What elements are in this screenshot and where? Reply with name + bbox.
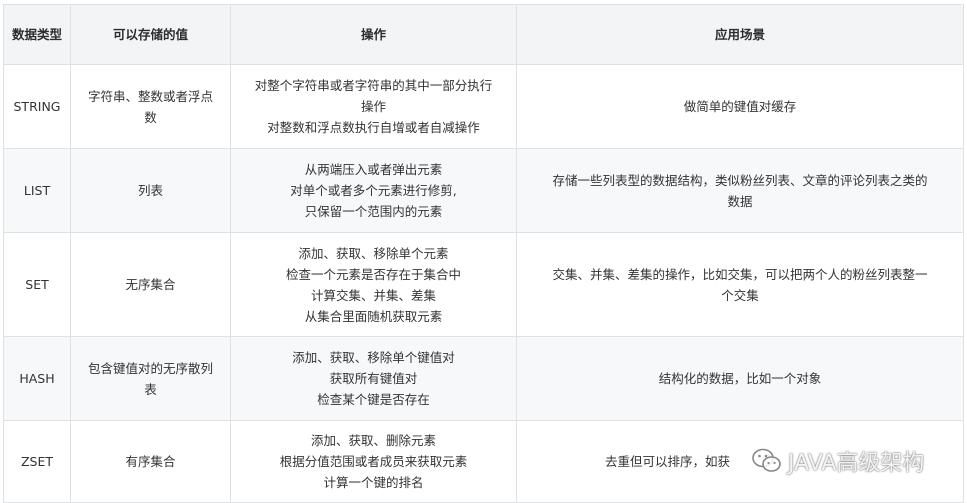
header-ops: 操作: [230, 4, 517, 65]
cell-value: 列表: [70, 148, 231, 233]
cell-line: 从集合里面随机获取元素: [304, 308, 443, 324]
cell-value: 有序集合: [70, 420, 231, 503]
header-type: 数据类型: [3, 4, 71, 65]
cell-line: 表: [144, 381, 157, 397]
table-row-list: LIST 列表 从两端压入或者弹出元素 对单个或者多个元素进行修剪, 只保留一个…: [3, 148, 964, 233]
cell-line: 个交集: [721, 287, 759, 303]
cell-line: 只保留一个范围内的元素: [304, 204, 443, 219]
cell-line: 结构化的数据，比如一个对象: [658, 371, 822, 386]
watermark-text: JAVA高级架构: [788, 451, 925, 476]
cell-line: 有序集合: [125, 454, 176, 469]
header-scenario: 应用场景: [516, 4, 964, 65]
cell-value: 包含键值对的无序散列 表: [70, 336, 231, 421]
cell-scenario: 做简单的键值对缓存: [516, 64, 964, 149]
cell-line: 对单个或者多个元素进行修剪,: [290, 183, 457, 198]
cell-ops: 添加、获取、移除单个键值对 获取所有键值对 检查某个键是否存在: [230, 336, 517, 421]
cell-line: 无序集合: [125, 277, 176, 292]
cell-line: 字符串、整数或者浮点: [87, 88, 213, 104]
cell-line: 检查一个元素是否存在于集合中: [285, 266, 461, 282]
cell-type: SET: [3, 232, 71, 337]
cell-line: 存储一些列表型的数据结构，类似粉丝列表、文章的评论列表之类的: [552, 172, 928, 188]
cell-line: 添加、获取、移除单个键值对: [292, 350, 455, 365]
cell-line: 检查某个键是否存在: [317, 392, 430, 407]
wechat-icon: [752, 448, 781, 472]
cell-type: STRING: [3, 64, 71, 149]
cell-line: 获取所有键值对: [329, 371, 418, 386]
cell-line: 对整个字符串或者字符串的其中一部分执行: [254, 78, 493, 93]
cell-line: 添加、获取、删除元素: [310, 433, 436, 448]
cell-ops: 添加、获取、删除元素 根据分值范围或者成员来获取元素 计算一个键的排名: [230, 420, 517, 503]
cell-value: 字符串、整数或者浮点 数: [70, 64, 231, 149]
cell-line: 数据: [727, 193, 753, 209]
cell-scenario: 交集、并集、差集的操作，比如交集，可以把两个人的粉丝列表整一 个交集: [516, 232, 964, 337]
cell-type: ZSET: [3, 420, 71, 503]
cell-line: 交集、并集、差集的操作，比如交集，可以把两个人的粉丝列表整一: [552, 266, 928, 282]
cell-scenario: 存储一些列表型的数据结构，类似粉丝列表、文章的评论列表之类的 数据: [516, 148, 964, 233]
cell-line: 计算交集、并集、差集: [310, 287, 436, 303]
watermark: JAVA高级架构: [752, 446, 924, 476]
cell-line: 对整数和浮点数执行自增或者自减操作: [267, 120, 480, 135]
cell-line: 从两端压入或者弹出元素: [304, 162, 443, 177]
cell-type: HASH: [3, 336, 71, 421]
cell-line: 添加、获取、移除单个元素: [298, 245, 449, 261]
cell-line: 做简单的键值对缓存: [683, 99, 797, 114]
cell-scenario: 结构化的数据，比如一个对象: [516, 336, 964, 421]
cell-line: 操作: [360, 99, 386, 114]
cell-value: 无序集合: [70, 232, 231, 337]
table-row-set: SET 无序集合 添加、获取、移除单个元素 检查一个元素是否存在于集合中 计算交…: [3, 232, 964, 337]
cell-line: 数: [144, 109, 157, 125]
cell-ops: 从两端压入或者弹出元素 对单个或者多个元素进行修剪, 只保留一个范围内的元素: [230, 148, 517, 233]
header-value: 可以存储的值: [70, 4, 231, 65]
cell-line: 列表: [137, 183, 163, 198]
cell-ops: 对整个字符串或者字符串的其中一部分执行 操作 对整数和浮点数执行自增或者自减操作: [230, 64, 517, 149]
table-row-string: STRING 字符串、整数或者浮点 数 对整个字符串或者字符串的其中一部分执行 …: [3, 64, 964, 149]
redis-data-types-table: 数据类型 可以存储的值 操作 应用场景 STRING 字符串、整数或者浮点 数 …: [3, 4, 964, 503]
cell-line: 包含键值对的无序散列: [87, 360, 213, 376]
cell-line: 根据分值范围或者成员来获取元素: [279, 454, 468, 469]
cell-line: 计算一个键的排名: [323, 475, 424, 490]
cell-type: LIST: [3, 148, 71, 233]
table-row-hash: HASH 包含键值对的无序散列 表 添加、获取、移除单个键值对 获取所有键值对 …: [3, 336, 964, 421]
table-header-row: 数据类型 可以存储的值 操作 应用场景: [3, 4, 964, 65]
cell-ops: 添加、获取、移除单个元素 检查一个元素是否存在于集合中 计算交集、并集、差集 从…: [230, 232, 517, 337]
